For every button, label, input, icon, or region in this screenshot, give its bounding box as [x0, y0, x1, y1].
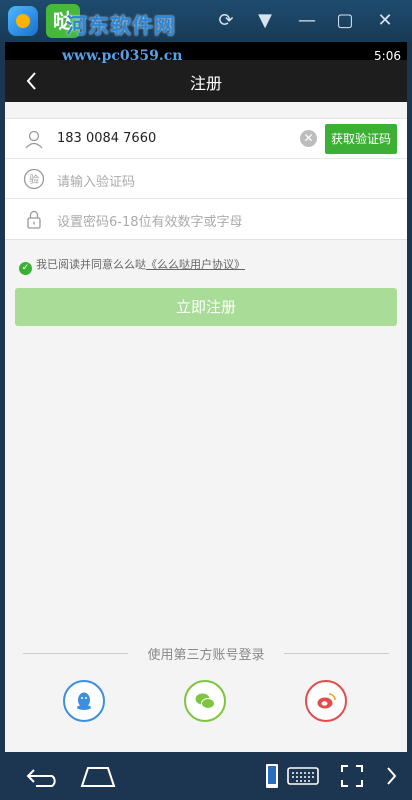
- password-input[interactable]: 设置密码6-18位有效数字或字母: [57, 211, 243, 230]
- qq-icon: [77, 692, 91, 710]
- emulator-nav-bar: [0, 752, 412, 800]
- minimize-icon[interactable]: —: [296, 10, 318, 32]
- watermark-brand: 河东软件网: [66, 13, 176, 38]
- emulator-right-border: [407, 42, 412, 752]
- maximize-icon[interactable]: ▢: [334, 10, 356, 32]
- phone-icon: [266, 764, 278, 788]
- emulator-title-bar: 哒 河东软件网 ⟳ ▼ — ▢ ✕: [0, 0, 412, 42]
- qq-login-button[interactable]: [63, 680, 105, 722]
- more-nav-button[interactable]: [384, 762, 400, 790]
- watermark-url: www.pc0359.cn: [62, 48, 183, 64]
- keyboard-button[interactable]: [286, 762, 320, 790]
- divider-right: [284, 653, 389, 654]
- phone-input[interactable]: 183 0084 7660: [57, 131, 156, 146]
- get-code-button[interactable]: 获取验证码: [325, 124, 397, 154]
- password-row: 设置密码6-18位有效数字或字母: [5, 199, 407, 239]
- user-icon: [23, 128, 45, 150]
- page-title: 注册: [189, 74, 222, 93]
- code-input[interactable]: 请输入验证码: [57, 171, 135, 190]
- home-icon: [80, 767, 116, 787]
- verify-code-icon-char: 验: [29, 173, 39, 186]
- code-row: 验 请输入验证码: [5, 159, 407, 199]
- back-arrow-icon: [26, 769, 56, 787]
- weibo-icon: [317, 693, 336, 709]
- phone-mode-button[interactable]: [262, 762, 282, 790]
- verify-code-icon: 验: [23, 168, 45, 190]
- check-circle-icon[interactable]: ✓: [19, 262, 32, 275]
- fullscreen-icon: [341, 765, 363, 787]
- register-page: 183 0084 7660 ✕ 获取验证码 验 请输入验证码 设置密码6-18位…: [5, 102, 407, 752]
- chevron-right-icon: [387, 767, 397, 785]
- keyboard-icon: [287, 767, 319, 785]
- fullscreen-button[interactable]: [338, 762, 366, 790]
- wechat-login-button[interactable]: [184, 680, 226, 722]
- wechat-icon: [195, 693, 215, 709]
- register-button[interactable]: 立即注册: [15, 288, 397, 326]
- weibo-login-button[interactable]: [305, 680, 347, 722]
- refresh-icon[interactable]: ⟳: [215, 10, 237, 32]
- agreement-link[interactable]: 《么么哒用户协议》: [146, 258, 245, 271]
- emulator-logo-icon: [8, 6, 38, 36]
- clear-phone-button[interactable]: ✕: [300, 130, 317, 147]
- back-nav-button[interactable]: [22, 762, 62, 790]
- dropdown-icon[interactable]: ▼: [254, 10, 276, 32]
- phone-row: 183 0084 7660 ✕ 获取验证码: [5, 119, 407, 159]
- register-form: 183 0084 7660 ✕ 获取验证码 验 请输入验证码 设置密码6-18位…: [5, 118, 407, 240]
- lock-icon: [23, 208, 45, 230]
- home-nav-button[interactable]: [78, 762, 118, 790]
- app-header: 注册: [5, 60, 407, 102]
- agreement-text: 我已阅读并同意么么哒: [36, 258, 146, 271]
- agreement-row: ✓ 我已阅读并同意么么哒《么么哒用户协议》: [19, 256, 245, 275]
- close-icon[interactable]: ✕: [374, 10, 396, 32]
